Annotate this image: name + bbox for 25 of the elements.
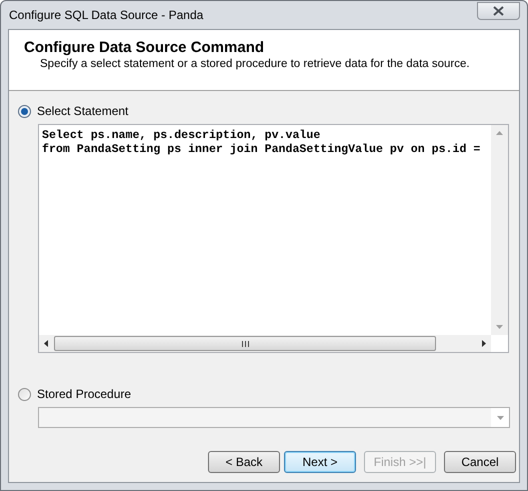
vertical-scrollbar[interactable] — [491, 125, 508, 335]
dropdown-arrow-icon — [496, 416, 504, 420]
close-button[interactable] — [477, 2, 520, 20]
grip-icon — [242, 340, 248, 346]
sql-editor[interactable]: Select ps.name, ps.description, pv.value from PandaSetting ps inner join PandaSettingValue pv on ps.id = — [38, 124, 509, 353]
window-title: Configure SQL Data Source - Panda — [8, 7, 204, 24]
wizard-button[interactable]: Cancel — [444, 451, 516, 473]
horizontal-scrollbar[interactable] — [39, 335, 491, 352]
scroll-up-icon — [496, 131, 503, 135]
radio-label: Select Statement — [37, 103, 128, 120]
radio-button[interactable] — [18, 104, 31, 118]
wizard-button[interactable]: Next > — [284, 451, 356, 473]
scroll-down-icon — [496, 325, 503, 329]
header-subtitle: Specify a select statement or a stored procedure to retrieve data for the data source. — [39, 57, 471, 72]
code-line: from PandaSetting ps inner join PandaSettingValue pv on ps.id = — [42, 142, 482, 156]
code-line: Select ps.name, ps.description, pv.value — [42, 129, 322, 142]
radio-button[interactable] — [18, 388, 31, 400]
radio-label: Stored Procedure — [37, 386, 132, 403]
scroll-right-icon — [482, 340, 486, 347]
scroll-thumb[interactable] — [54, 336, 436, 351]
procedure-dropdown[interactable] — [38, 407, 510, 428]
header-title: Configure Data Source Command — [24, 39, 266, 57]
scroll-left-icon — [44, 340, 48, 347]
close-icon — [493, 6, 504, 16]
wizard-button[interactable]: < Back — [208, 451, 280, 473]
